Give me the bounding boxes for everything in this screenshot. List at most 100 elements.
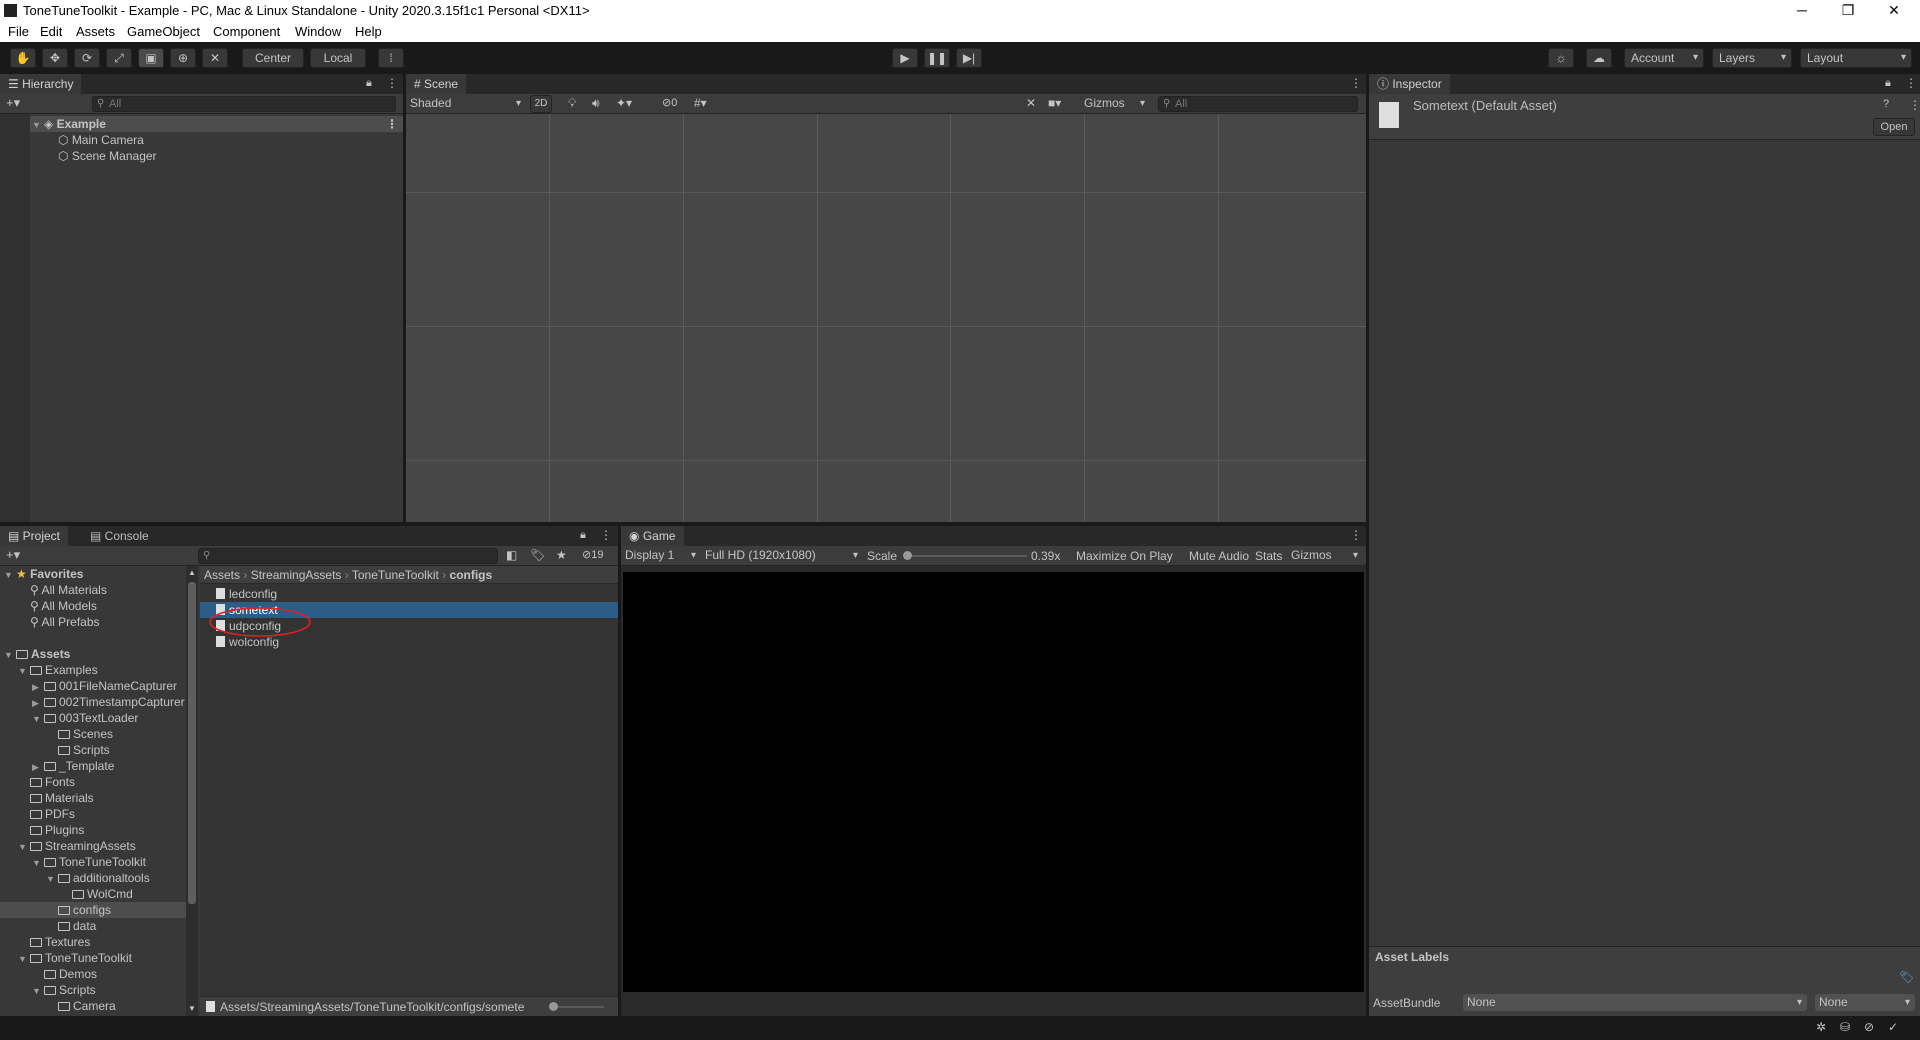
assetbundle-variant-dropdown[interactable]: None <box>1815 994 1915 1011</box>
hierarchy-item-scene-manager[interactable]: ⬡ Scene Manager <box>58 148 157 164</box>
collab-icon[interactable]: ☼ <box>1548 48 1574 68</box>
effects-toggle-icon[interactable]: ✦▾ <box>616 96 632 110</box>
menu-component[interactable]: Component <box>213 24 280 39</box>
menu-assets[interactable]: Assets <box>76 24 115 39</box>
folder-tree-item[interactable]: Fonts <box>0 774 186 790</box>
panel-menu-icon[interactable]: ⋮ <box>600 528 612 542</box>
panel-menu-icon[interactable]: ⋮ <box>1905 76 1917 90</box>
tab-inspector[interactable]: ⓘ Inspector <box>1369 74 1450 94</box>
tools-icon[interactable]: ✕ <box>1026 96 1036 110</box>
menu-edit[interactable]: Edit <box>40 24 62 39</box>
lock-icon[interactable]: 🔒︎ <box>366 77 372 90</box>
assetbundle-dropdown[interactable]: None <box>1463 994 1807 1011</box>
fold-right-arrow-icon[interactable]: ▶ <box>32 695 44 711</box>
folder-tree-item[interactable]: Materials <box>0 790 186 806</box>
fold-down-arrow-icon[interactable]: ▼ <box>32 983 44 999</box>
breadcrumb-configs[interactable]: configs <box>450 568 493 582</box>
restore-button[interactable]: ❐ <box>1833 2 1863 19</box>
fold-down-arrow-icon[interactable]: ▼ <box>32 855 44 871</box>
cache-server-icon[interactable]: ⛁ <box>1840 1020 1850 1034</box>
panel-menu-icon[interactable]: ⋮ <box>386 76 398 90</box>
transform-tool-icon[interactable]: ⊕ <box>170 48 196 68</box>
mute-audio-toggle[interactable]: Mute Audio <box>1189 549 1249 563</box>
fold-down-arrow-icon[interactable]: ▼ <box>4 647 16 663</box>
account-dropdown[interactable]: Account <box>1624 48 1704 68</box>
rotate-tool-icon[interactable]: ⟳ <box>74 48 100 68</box>
search-by-label-icon[interactable]: 🏷︎ <box>530 548 545 562</box>
cloud-icon[interactable]: ☁ <box>1586 48 1612 68</box>
fold-down-arrow-icon[interactable]: ▼ <box>32 711 44 727</box>
folder-tree-item[interactable]: Scenes <box>0 726 186 742</box>
folder-tree-item[interactable]: ⚲ All Materials <box>0 582 186 598</box>
project-search-input[interactable] <box>198 548 498 564</box>
stats-toggle[interactable]: Stats <box>1255 549 1282 563</box>
layers-dropdown[interactable]: Layers <box>1712 48 1792 68</box>
fold-down-arrow-icon[interactable]: ▼ <box>18 663 30 679</box>
hidden-objects-icon[interactable]: ⊘0 <box>662 96 677 109</box>
rect-tool-icon[interactable]: ▣ <box>138 48 164 68</box>
step-button[interactable]: ▶| <box>956 48 982 68</box>
tree-scrollbar[interactable]: ▲ ▼ <box>186 566 198 1016</box>
favorite-star-icon[interactable]: ★ <box>556 548 567 562</box>
folder-tree-item[interactable]: ▼ Examples <box>0 662 186 678</box>
tree-scroll-thumb[interactable] <box>188 582 196 904</box>
panel-menu-icon[interactable]: ⋮ <box>1350 76 1362 90</box>
folder-tree-item[interactable]: ▼ 003TextLoader <box>0 710 186 726</box>
auto-generate-lighting-icon[interactable]: ⊘ <box>1864 1020 1874 1034</box>
display-dropdown[interactable]: Display 1 <box>623 546 701 565</box>
scroll-up-arrow-icon[interactable]: ▲ <box>188 568 196 577</box>
folder-tree-item[interactable]: ▶ 002TimestampCapturer <box>0 694 186 710</box>
game-view[interactable] <box>623 572 1364 992</box>
fold-down-arrow-icon[interactable]: ▼ <box>18 951 30 967</box>
create-plus-icon[interactable]: +▾ <box>6 95 20 111</box>
label-tag-icon[interactable]: 🏷︎ <box>1899 970 1914 984</box>
grid-toggle-icon[interactable]: #▾ <box>694 96 707 110</box>
scene-menu-icon[interactable]: ⋮ <box>386 116 398 132</box>
folder-tree-item[interactable]: Plugins <box>0 822 186 838</box>
grid-snap-icon[interactable]: ⁞ <box>378 48 404 68</box>
pivot-center-button[interactable]: Center <box>242 48 304 68</box>
folder-tree-item[interactable]: data <box>0 918 186 934</box>
folder-tree-item[interactable]: ⚲ All Models <box>0 598 186 614</box>
tab-hierarchy[interactable]: ☰ Hierarchy <box>0 74 82 94</box>
open-button[interactable]: Open <box>1873 118 1915 136</box>
folder-tree-item[interactable]: ▼ ToneTuneToolkit <box>0 950 186 966</box>
fold-down-arrow-icon[interactable]: ▼ <box>4 567 16 583</box>
lighting-toggle-icon[interactable]: 💡︎ <box>568 96 576 111</box>
folder-tree-item[interactable]: WolCmd <box>0 886 186 902</box>
folder-tree-item[interactable]: ▶ _Template <box>0 758 186 774</box>
progress-check-icon[interactable]: ✓ <box>1888 1020 1898 1034</box>
scroll-down-arrow-icon[interactable]: ▼ <box>188 1004 196 1013</box>
folder-tree-item[interactable]: PDFs <box>0 806 186 822</box>
scale-tool-icon[interactable]: ⤢ <box>106 48 132 68</box>
folder-tree-item[interactable]: ▶ 001FileNameCapturer <box>0 678 186 694</box>
shading-mode-dropdown[interactable]: Shaded <box>408 94 526 113</box>
scene-viewport[interactable] <box>406 114 1366 522</box>
menu-file[interactable]: File <box>8 24 29 39</box>
maximize-on-play-toggle[interactable]: Maximize On Play <box>1076 549 1173 563</box>
fold-right-arrow-icon[interactable]: ▶ <box>32 759 44 775</box>
tab-scene[interactable]: # Scene <box>406 74 467 94</box>
scene-root-row[interactable]: ▼ ◈ Example ⋮ <box>30 116 403 132</box>
fold-arrow-icon[interactable]: ▼ <box>32 117 44 133</box>
breadcrumb-streamingassets[interactable]: StreamingAssets <box>251 568 342 582</box>
scene-search-input[interactable]: All <box>1158 96 1358 112</box>
lock-icon[interactable]: 🔒︎ <box>1885 77 1891 90</box>
audio-toggle-icon[interactable]: 🔊︎ <box>592 96 600 111</box>
icon-size-slider-thumb[interactable] <box>549 1002 558 1011</box>
tab-console[interactable]: ▤ Console <box>82 526 157 546</box>
create-plus-icon[interactable]: +▾ <box>6 547 20 563</box>
menu-window[interactable]: Window <box>295 24 341 39</box>
icon-size-slider[interactable] <box>549 1002 604 1011</box>
folder-tree-item[interactable]: ▼ StreamingAssets <box>0 838 186 854</box>
fold-right-arrow-icon[interactable]: ▶ <box>32 679 44 695</box>
camera-settings-icon[interactable]: ■▾ <box>1048 96 1061 110</box>
lock-icon[interactable]: 🔒︎ <box>580 529 586 542</box>
help-icon[interactable]: ? <box>1883 98 1889 110</box>
move-tool-icon[interactable]: ✥ <box>42 48 68 68</box>
pause-button[interactable]: ❚❚ <box>924 48 950 68</box>
fold-down-arrow-icon[interactable]: ▼ <box>46 871 58 887</box>
gizmos-dropdown[interactable]: Gizmos <box>1082 94 1150 113</box>
search-by-type-icon[interactable]: ◧ <box>506 548 517 562</box>
play-button[interactable]: ▶ <box>892 48 918 68</box>
